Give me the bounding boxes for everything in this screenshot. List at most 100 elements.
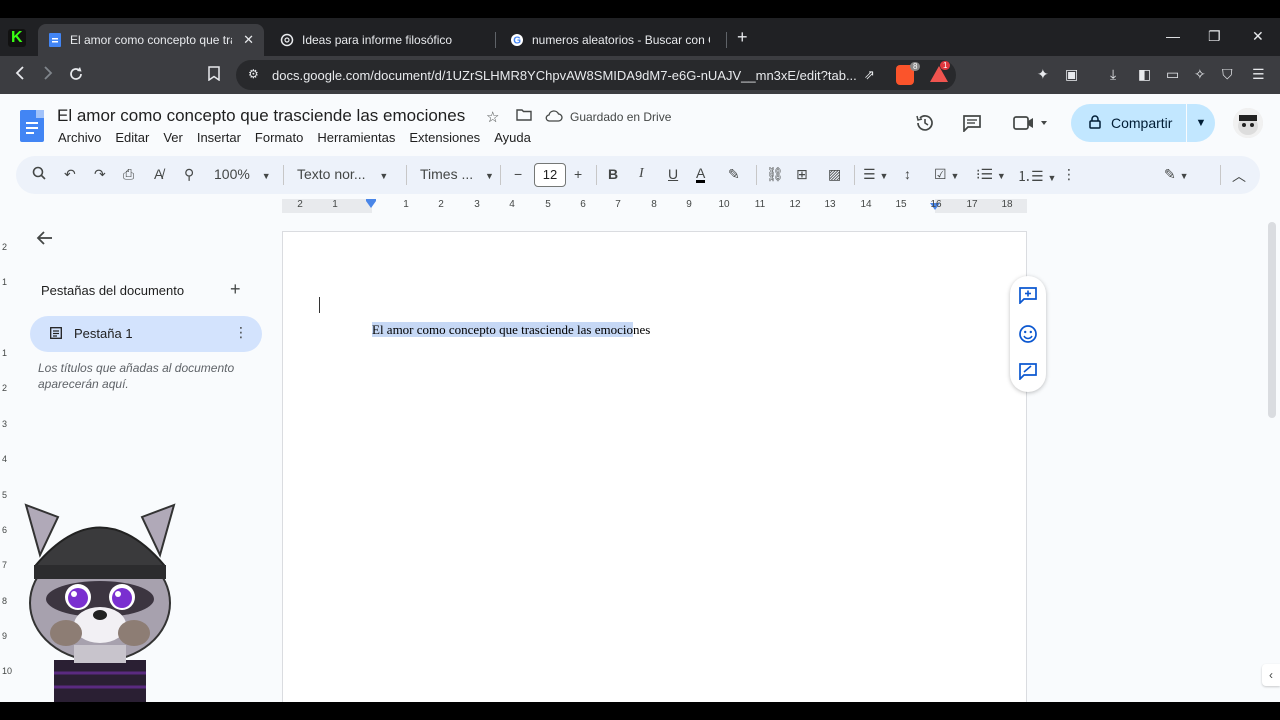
insert-image-icon[interactable]: ▨ [828, 166, 841, 183]
minimize-icon[interactable]: — [1166, 28, 1180, 44]
translate-icon[interactable]: ▣ [1065, 66, 1078, 83]
line-spacing-icon[interactable]: ↕ [904, 166, 911, 182]
align-icon[interactable]: ☰ ▼ [863, 166, 888, 183]
close-outline-back-icon[interactable] [36, 230, 54, 251]
tab-divider [495, 32, 496, 48]
suggest-edits-icon[interactable] [1018, 362, 1038, 385]
back-icon[interactable] [14, 66, 26, 85]
menu-insertar[interactable]: Insertar [197, 130, 241, 145]
menu-editar[interactable]: Editar [115, 130, 149, 145]
comments-icon[interactable] [962, 114, 982, 136]
site-info-icon[interactable]: ⚙ [248, 67, 259, 81]
extensions-icon[interactable]: ✦ [1037, 66, 1049, 83]
browser-tab[interactable]: G numeros aleatorios - Buscar con Goo [500, 24, 720, 56]
font-size-input[interactable]: 12 [534, 163, 566, 187]
menu-ver[interactable]: Ver [163, 130, 183, 145]
close-window-icon[interactable]: ✕ [1252, 28, 1264, 45]
share-page-icon[interactable]: ⇗ [864, 67, 875, 83]
search-menus-icon[interactable] [32, 166, 46, 183]
vertical-scrollbar[interactable] [1268, 222, 1276, 418]
document-heading-text[interactable]: El amor como concepto que trasciende las… [372, 322, 650, 338]
menu-extensiones[interactable]: Extensiones [409, 130, 480, 145]
star-icon[interactable]: ☆ [486, 108, 499, 126]
meet-icon[interactable] [1013, 115, 1047, 135]
ruler-number: 4 [509, 199, 515, 210]
wallet-icon[interactable]: ▭ [1166, 66, 1179, 83]
paint-format-icon[interactable]: ⚲ [184, 166, 194, 183]
toolbar-divider [596, 165, 597, 185]
chevron-down-icon: ▼ [379, 171, 389, 181]
tab-label: Pestaña 1 [74, 326, 133, 341]
ruler-number: 14 [860, 199, 872, 210]
browser-tab-active[interactable]: El amor como concepto que tras ✕ [38, 24, 264, 56]
bookmark-icon[interactable] [208, 66, 220, 86]
undo-icon[interactable]: ↶ [64, 166, 76, 183]
account-avatar[interactable] [1233, 108, 1263, 138]
more-options-icon[interactable]: ⋮ [1062, 166, 1076, 183]
add-tab-icon[interactable]: + [230, 279, 241, 300]
mouse-cursor-icon [319, 297, 323, 313]
forward-icon[interactable] [42, 66, 54, 85]
close-tab-icon[interactable]: ✕ [243, 32, 254, 48]
formatting-toolbar: ↶ ↷ ⎙ A̸ ⚲ 100% ▼ Texto nor... ▼ Times .… [16, 156, 1260, 194]
docs-favicon-icon [48, 33, 62, 47]
document-title[interactable]: El amor como concepto que trasciende las… [57, 106, 465, 126]
italic-icon[interactable]: I [639, 166, 644, 182]
hide-menus-icon[interactable]: ︿ [1232, 166, 1246, 186]
bold-icon[interactable]: B [608, 166, 618, 182]
print-icon[interactable]: ⎙ [123, 166, 134, 183]
spellcheck-icon[interactable]: A̸ [154, 166, 163, 182]
decrease-font-icon[interactable]: − [514, 166, 522, 182]
reload-icon[interactable] [68, 66, 84, 87]
increase-font-icon[interactable]: + [574, 166, 582, 182]
emoji-reaction-icon[interactable] [1018, 324, 1038, 349]
bulleted-list-icon[interactable]: ⁝☰ ▼ [976, 166, 1006, 183]
redo-icon[interactable]: ↷ [94, 166, 106, 183]
sidebar-tab-pestana-1[interactable]: Pestaña 1 ⋮ [30, 316, 262, 352]
side-panel-toggle-icon[interactable]: ‹ [1262, 664, 1280, 686]
menu-ayuda[interactable]: Ayuda [494, 130, 531, 145]
toolbar-divider [756, 165, 757, 185]
text-color-icon[interactable]: A [696, 166, 706, 183]
link-icon[interactable]: ⛓ [766, 166, 784, 183]
underline-icon[interactable]: U [668, 166, 678, 182]
style-select[interactable]: Texto nor... ▼ [297, 166, 388, 182]
menu-formato[interactable]: Formato [255, 130, 303, 145]
font-select[interactable]: Times ... ▼ [420, 166, 494, 182]
lock-icon [1089, 114, 1101, 132]
editing-mode-icon[interactable]: ✎ ▼ [1164, 166, 1189, 183]
ruler-number: 10 [2, 666, 13, 676]
vpn-icon[interactable]: ⛉ [1222, 66, 1233, 83]
checklist-icon[interactable]: ☑ ▼ [934, 166, 959, 183]
sidebar-icon[interactable]: ◧ [1138, 66, 1151, 83]
restore-icon[interactable]: ❐ [1208, 28, 1221, 45]
docs-home-logo-icon[interactable] [20, 110, 44, 142]
version-history-icon[interactable] [915, 113, 935, 137]
zoom-select[interactable]: 100% ▼ [214, 166, 271, 182]
kick-logo-icon[interactable]: K [8, 29, 26, 47]
menu-icon[interactable]: ☰ [1252, 66, 1265, 83]
download-icon[interactable]: ⤓ [1110, 66, 1116, 83]
vertical-ruler[interactable]: 2 1 1 2 3 4 5 6 7 8 9 10 [2, 232, 14, 702]
horizontal-ruler[interactable]: 2 1 1 2 3 4 5 6 7 8 9 10 11 12 13 14 15 … [282, 199, 1027, 213]
new-tab-icon[interactable]: + [737, 27, 748, 48]
document-page[interactable] [282, 231, 1027, 702]
share-dropdown-icon[interactable]: ▼ [1187, 104, 1215, 142]
app-frame: K El amor como concepto que tras ✕ Ideas… [0, 18, 1280, 702]
ruler-number: 1 [2, 348, 8, 358]
google-favicon-icon: G [510, 33, 524, 47]
address-bar[interactable]: ⚙ docs.google.com/document/d/1UZrSLHMR8Y… [236, 60, 956, 90]
leo-ai-icon[interactable]: ✧ [1194, 66, 1206, 83]
add-comment-icon[interactable]: ⊞ [796, 166, 808, 183]
highlight-icon[interactable]: ✎ [728, 166, 740, 183]
tab-more-options-icon[interactable]: ⋮ [234, 324, 248, 341]
share-button[interactable]: Compartir [1071, 104, 1186, 142]
menu-herramientas[interactable]: Herramientas [317, 130, 395, 145]
move-folder-icon[interactable] [516, 108, 532, 125]
toolbar-divider [854, 165, 855, 185]
add-comment-icon[interactable] [1018, 286, 1038, 309]
shield-count-badge: 8 [910, 62, 921, 71]
browser-tab[interactable]: Ideas para informe filosófico [270, 24, 490, 56]
numbered-list-icon[interactable]: ⒈☰ ▼ [1017, 166, 1056, 186]
menu-archivo[interactable]: Archivo [58, 130, 101, 145]
